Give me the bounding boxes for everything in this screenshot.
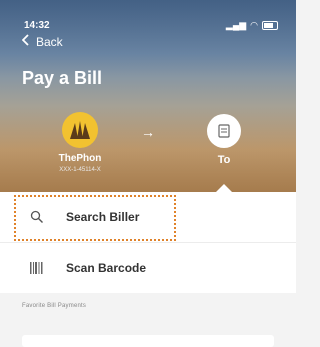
barcode-icon <box>30 261 44 275</box>
search-icon <box>30 210 44 224</box>
biller-options-list: Search Biller Scan Barcode <box>0 192 296 294</box>
status-icons: ▂▄▆ ◠ <box>226 20 278 31</box>
scan-barcode-label: Scan Barcode <box>66 261 147 275</box>
from-account-number: XXX-1-45114-X <box>59 167 101 173</box>
search-biller-button[interactable]: Search Biller <box>0 192 296 243</box>
arrow-right-icon: → <box>141 124 155 140</box>
chevron-left-icon <box>21 34 30 49</box>
bank-logo-icon <box>62 112 98 148</box>
signal-icon: ▂▄▆ <box>225 20 247 30</box>
to-label: To <box>217 154 231 166</box>
search-biller-label: Search Biller <box>66 210 140 224</box>
favorites-section: Favorite Bill Payments <box>0 293 296 347</box>
wifi-icon: ◠ <box>250 20 258 30</box>
page-title: Pay a Bill <box>22 68 103 88</box>
from-account-name: ThePhon <box>58 153 102 164</box>
scan-barcode-button[interactable]: Scan Barcode <box>0 243 296 294</box>
selection-pointer <box>216 184 232 192</box>
status-time: 14:32 <box>24 20 50 31</box>
to-document-icon[interactable] <box>207 114 241 148</box>
favorite-card[interactable] <box>22 335 274 347</box>
favorites-heading: Favorite Bill Payments <box>22 303 87 309</box>
back-button[interactable]: Back <box>21 34 63 49</box>
back-label: Back <box>36 34 63 49</box>
battery-icon <box>262 21 278 30</box>
